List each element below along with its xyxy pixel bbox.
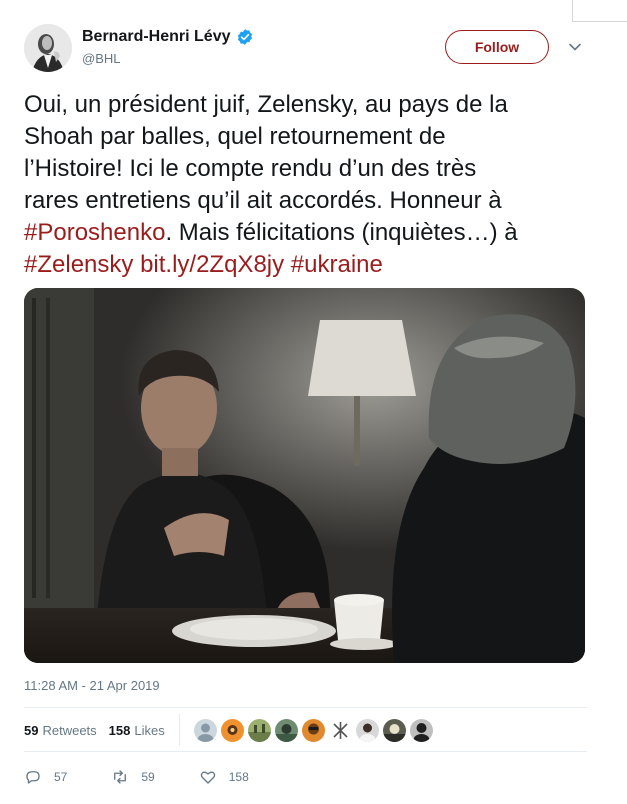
divider [24,751,587,752]
retweet-icon [114,770,127,784]
liker-avatar[interactable] [247,718,271,742]
retweet-button[interactable]: 59 [111,768,155,786]
tweet-text: Oui, un président juif, Zelensky, au pay… [24,89,594,281]
tweet-link[interactable]: bit.ly/2ZqX8jy [140,251,284,278]
hashtag-poroshenko[interactable]: #Poroshenko [24,219,165,246]
action-bar: 57 59 158 [24,768,293,786]
liker-avatars [193,718,433,742]
chevron-down-icon[interactable] [568,40,582,54]
liker-avatar[interactable] [274,718,298,742]
retweets-label: Retweets [42,722,97,738]
reply-icon [26,771,40,784]
reply-button[interactable]: 57 [24,768,67,786]
retweet-count: 59 [141,770,155,784]
stats-bar: 59 Retweets 158 Likes [24,709,587,751]
like-count: 158 [228,770,249,784]
divider [178,714,180,746]
verified-badge-icon [236,28,254,46]
timestamp[interactable]: 11:28 AM - 21 Apr 2019 [24,678,160,693]
liker-avatar[interactable] [193,718,217,742]
retweets-stat[interactable]: 59 Retweets [24,723,97,738]
tweet-line: l’Histoire! Ici le compte rendu d’un des… [24,155,477,182]
handle[interactable]: @BHL [82,51,254,66]
liker-avatar[interactable] [220,718,244,742]
likes-label: Likes [134,722,165,738]
tweet-photo[interactable] [24,288,585,663]
tweet-line: . Mais félicitations (inquiètes…) à [165,219,518,246]
follow-button[interactable]: Follow [445,30,549,64]
divider [24,707,587,708]
tweet-line: Oui, un président juif, Zelensky, au pay… [24,91,508,118]
heart-icon [200,771,215,784]
like-button[interactable]: 158 [199,768,249,786]
retweets-count: 59 [24,722,39,738]
tweet-line: Shoah par balles, quel retournement de [24,123,446,150]
liker-avatar[interactable] [409,718,433,742]
tweet-line: rares entretiens qu’il ait accordés. Hon… [24,187,502,214]
liker-avatar[interactable] [382,718,406,742]
liker-avatar[interactable] [328,718,352,742]
display-name[interactable]: Bernard-Henri Lévy [82,28,231,46]
hashtag-zelensky[interactable]: #Zelensky [24,251,133,278]
avatar-image [24,24,72,72]
interview-photo [24,288,585,663]
liker-avatar[interactable] [355,718,379,742]
window-corner [572,0,627,22]
likes-stat[interactable]: 158 Likes [109,723,165,738]
likes-count: 158 [108,722,131,738]
name-block: Bernard-Henri Lévy @BHL [82,28,254,66]
reply-count: 57 [54,770,68,784]
liker-avatar[interactable] [301,718,325,742]
hashtag-ukraine[interactable]: #ukraine [291,251,383,278]
avatar[interactable] [24,24,72,72]
tweet-header: Bernard-Henri Lévy @BHL Follow [24,24,607,74]
